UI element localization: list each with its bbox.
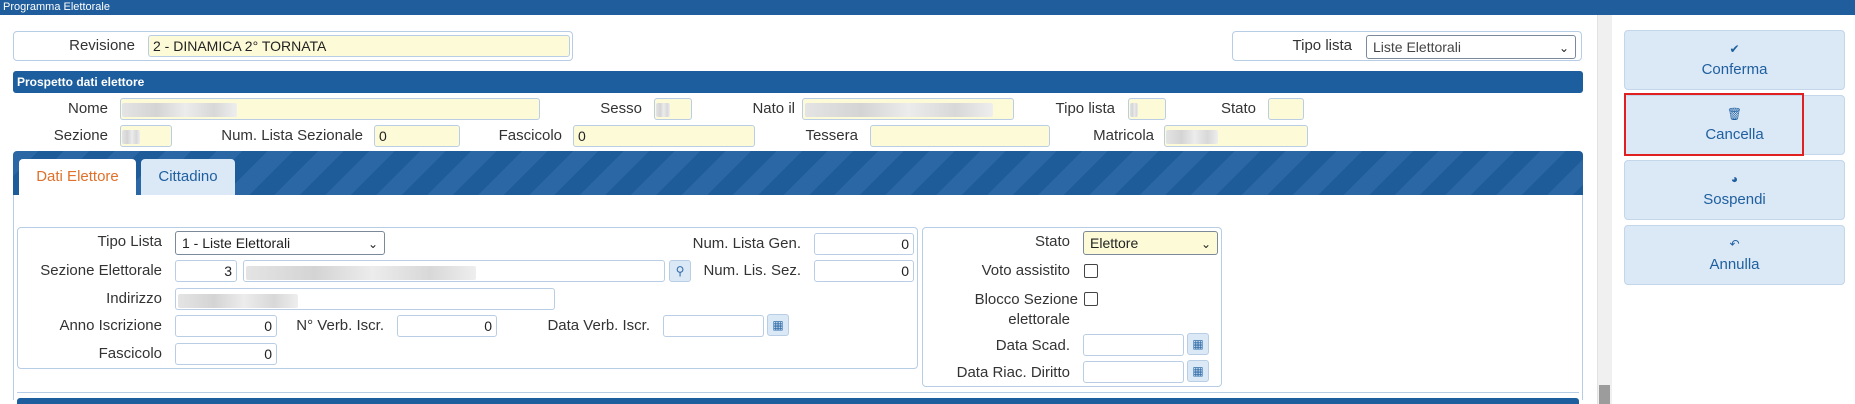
stato-label: Stato (1034, 233, 1070, 250)
calendar-icon[interactable]: ▦ (767, 314, 789, 336)
n-verb-iscr-label: N° Verb. Iscr. (296, 317, 384, 334)
scrollbar-thumb[interactable] (1599, 385, 1610, 404)
prospetto-tipo-lista-redacted (1130, 103, 1138, 117)
tessera-label: Tessera (805, 127, 858, 144)
window-title: Programma Elettorale (0, 0, 1855, 15)
blocco-sezione-label: Blocco Sezione (974, 291, 1078, 308)
chevron-down-icon: ⌄ (367, 237, 378, 251)
sesso-label: Sesso (600, 100, 642, 117)
revisione-label: Revisione (69, 37, 135, 54)
scrollbar-track[interactable] (1597, 15, 1612, 404)
sezione-redacted (122, 130, 140, 144)
check-icon: ✔ (1729, 42, 1740, 56)
indirizzo-redacted (178, 294, 298, 308)
matricola-redacted (1166, 130, 1218, 144)
prospetto-stato-field[interactable] (1268, 98, 1304, 120)
matricola-label: Matricola (1093, 127, 1154, 144)
blocco-sezione-label-line2: elettorale (1008, 311, 1070, 328)
calendar-icon[interactable]: ▦ (1187, 333, 1209, 355)
sezione-elettorale-label: Sezione Elettorale (40, 262, 162, 279)
tessera-field[interactable] (870, 125, 1050, 147)
tab-cittadino[interactable]: Cittadino (141, 159, 235, 195)
nome-label: Nome (67, 100, 108, 117)
conferma-label: Conferma (1701, 61, 1768, 78)
prospetto-title: Prospetto dati elettore (17, 75, 145, 89)
indirizzo-label: Indirizzo (106, 290, 162, 307)
annulla-label: Annulla (1709, 256, 1760, 273)
annulla-button[interactable]: ↶ Annulla (1624, 225, 1845, 285)
cancella-highlight (1624, 93, 1804, 156)
voto-assistito-label: Voto assistito (981, 262, 1070, 279)
sesso-redacted (656, 103, 670, 117)
tab-strip (13, 151, 1583, 195)
tipo-lista-de-select[interactable]: 1 - Liste Elettorali ⌄ (175, 231, 385, 255)
num-lis-sez-field[interactable]: 0 (814, 260, 914, 282)
revisione-field[interactable]: 2 - DINAMICA 2° TORNATA (148, 35, 570, 57)
stato-select[interactable]: Elettore ⌄ (1083, 231, 1218, 255)
data-scad-field[interactable] (1083, 334, 1184, 356)
sospendi-button[interactable]: ◕ Sospendi (1624, 160, 1845, 220)
pause-circle-icon: ◕ (1730, 172, 1739, 186)
anno-iscrizione-label: Anno Iscrizione (59, 317, 162, 334)
data-riac-diritto-label: Data Riac. Diritto (956, 364, 1070, 381)
data-scad-label: Data Scad. (995, 337, 1070, 354)
nato-il-redacted (805, 103, 993, 117)
num-lis-sez-label: Num. Lis. Sez. (703, 262, 801, 279)
calendar-icon[interactable]: ▦ (1187, 360, 1209, 382)
blocco-sezione-checkbox[interactable] (1084, 292, 1098, 306)
prospetto-stato-label: Stato (1220, 100, 1256, 117)
undo-icon: ↶ (1729, 237, 1740, 251)
stato-select-value: Elettore (1090, 235, 1139, 251)
fascicolo-de-label: Fascicolo (98, 345, 162, 362)
voto-assistito-checkbox[interactable] (1084, 264, 1098, 278)
anno-iscrizione-field[interactable]: 0 (175, 315, 277, 337)
tipo-lista-select[interactable]: Liste Elettorali ⌄ (1366, 35, 1576, 59)
num-lista-sezionale-field[interactable]: 0 (374, 125, 460, 147)
tipo-lista-select-value: Liste Elettorali (1373, 39, 1461, 55)
data-verb-iscr-label: Data Verb. Iscr. (547, 317, 650, 334)
data-riac-diritto-field[interactable] (1083, 361, 1184, 383)
conferma-button[interactable]: ✔ Conferma (1624, 30, 1845, 90)
sospendi-label: Sospendi (1703, 191, 1766, 208)
chevron-down-icon: ⌄ (1200, 237, 1211, 251)
nome-redacted (122, 103, 237, 117)
prospetto-section-header: Prospetto dati elettore (13, 71, 1583, 93)
n-verb-iscr-field[interactable]: 0 (397, 315, 497, 337)
tipo-lista-de-value: 1 - Liste Elettorali (182, 235, 291, 251)
sezione-elettorale-redacted (246, 266, 476, 280)
next-section-header (17, 398, 1579, 404)
fascicolo-de-field[interactable]: 0 (175, 343, 277, 365)
data-verb-iscr-field[interactable] (663, 315, 764, 337)
nato-il-label: Nato il (752, 100, 795, 117)
num-lista-gen-field[interactable]: 0 (814, 233, 914, 255)
sezione-elettorale-field[interactable]: 3 (175, 260, 237, 282)
prospetto-fascicolo-label: Fascicolo (498, 127, 562, 144)
prospetto-fascicolo-field[interactable]: 0 (573, 125, 755, 147)
chevron-down-icon: ⌄ (1558, 41, 1569, 55)
sezione-label: Sezione (53, 127, 108, 144)
prospetto-tipo-lista-label: Tipo lista (1055, 100, 1115, 117)
tipo-lista-label: Tipo lista (1292, 37, 1352, 54)
num-lista-gen-label: Num. Lista Gen. (692, 235, 801, 252)
num-lista-sezionale-label: Num. Lista Sezionale (221, 127, 363, 144)
tipo-lista-de-label: Tipo Lista (97, 233, 162, 250)
bottom-divider (17, 392, 1579, 393)
tab-dati-elettore[interactable]: Dati Elettore (19, 159, 136, 195)
